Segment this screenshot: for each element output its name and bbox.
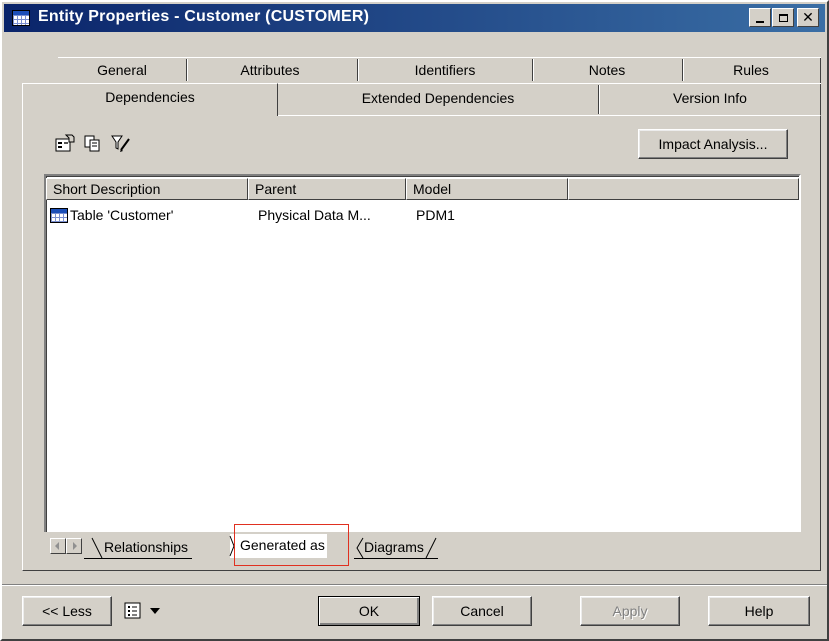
subtab-label: Relationships — [104, 539, 189, 555]
scroll-left-button[interactable] — [50, 538, 66, 554]
cell-short-description: Table 'Customer' — [70, 207, 174, 223]
table-icon — [50, 208, 68, 223]
properties-icon[interactable] — [54, 133, 76, 153]
tab-attributes[interactable]: Attributes — [190, 59, 350, 81]
scroll-right-button[interactable] — [66, 538, 82, 554]
column-label: Parent — [255, 181, 297, 197]
column-label: Short Description — [53, 181, 161, 197]
tab-identifiers[interactable]: Identifiers — [360, 59, 530, 81]
close-button[interactable]: ✕ — [797, 8, 819, 27]
subtab-diagrams[interactable]: Diagrams — [354, 536, 438, 559]
tab-label: Attributes — [240, 62, 300, 78]
help-button[interactable]: Help — [708, 596, 810, 626]
column-header-parent[interactable]: Parent — [248, 178, 406, 200]
less-label: << Less — [42, 603, 92, 619]
close-icon: ✕ — [802, 9, 814, 26]
table-icon — [12, 10, 30, 26]
tab-version-info[interactable]: Version Info — [602, 87, 818, 109]
apply-button[interactable]: Apply — [580, 596, 680, 626]
maximize-button[interactable] — [772, 8, 794, 27]
tab-label: Dependencies — [105, 89, 195, 105]
cell-parent: Physical Data M... — [258, 207, 371, 223]
impact-analysis-label: Impact Analysis... — [658, 136, 768, 152]
list-menu-button[interactable] — [124, 602, 204, 622]
apply-label: Apply — [612, 603, 648, 619]
column-header-model[interactable]: Model — [406, 178, 568, 200]
cell-model: PDM1 — [416, 207, 455, 223]
tab-dependencies[interactable]: Dependencies — [22, 83, 278, 116]
dialog-window: Entity Properties - Customer (CUSTOMER) … — [0, 0, 829, 641]
tab-label: Rules — [733, 62, 769, 78]
ok-label: OK — [358, 603, 380, 619]
tab-general[interactable]: General — [62, 59, 182, 81]
tab-label: General — [97, 62, 147, 78]
subtab-relationships[interactable]: Relationships — [84, 536, 193, 559]
dropdown-arrow-icon — [150, 608, 160, 614]
copy-icon[interactable] — [82, 133, 104, 153]
maximize-icon — [778, 13, 788, 22]
filter-edit-icon[interactable] — [110, 133, 132, 153]
bottom-subtabs: Relationships Generated as Diagrams — [44, 532, 801, 560]
cancel-label: Cancel — [460, 603, 504, 619]
tab-extended-dependencies[interactable]: Extended Dependencies — [282, 87, 594, 109]
tab-label: Extended Dependencies — [361, 90, 515, 106]
column-label: Model — [413, 181, 452, 197]
title-bar[interactable]: Entity Properties - Customer (CUSTOMER) … — [4, 4, 825, 32]
cancel-button[interactable]: Cancel — [432, 596, 532, 626]
window-title: Entity Properties - Customer (CUSTOMER) — [38, 8, 370, 25]
help-label: Help — [744, 603, 774, 619]
ok-button[interactable]: OK — [318, 596, 420, 626]
highlight-box — [234, 524, 349, 566]
tab-label: Identifiers — [414, 62, 476, 78]
column-header-short-description[interactable]: Short Description — [46, 178, 248, 200]
minimize-button[interactable] — [749, 8, 771, 27]
dependencies-grid[interactable]: Short Description Parent Model Table 'Cu… — [44, 174, 801, 560]
tab-notes[interactable]: Notes — [537, 59, 677, 81]
list-icon — [124, 602, 141, 619]
tab-label: Notes — [588, 62, 626, 78]
tab-label: Version Info — [673, 90, 747, 106]
less-button[interactable]: << Less — [22, 596, 112, 626]
tab-rules[interactable]: Rules — [686, 59, 816, 81]
column-header-empty[interactable] — [568, 178, 799, 200]
impact-analysis-button[interactable]: Impact Analysis... — [638, 129, 788, 159]
subtab-label: Diagrams — [364, 539, 424, 555]
minimize-icon — [756, 20, 764, 23]
